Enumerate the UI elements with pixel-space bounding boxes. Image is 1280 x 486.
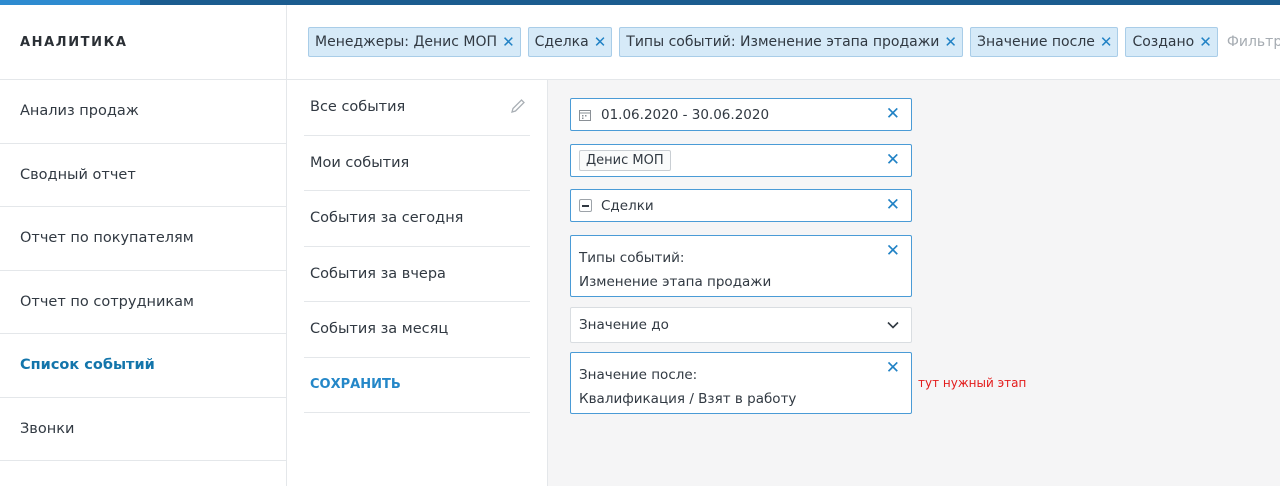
filter-chip-label: Значение после xyxy=(977,34,1095,50)
close-icon[interactable]: ✕ xyxy=(1199,34,1212,50)
preset-label: Все события xyxy=(310,99,406,116)
value-before-placeholder: Значение до xyxy=(579,317,669,333)
close-icon[interactable]: ✕ xyxy=(1100,34,1113,50)
filter-chip-deal[interactable]: Сделка ✕ xyxy=(527,27,613,57)
preset-today-events[interactable]: События за сегодня xyxy=(304,191,530,247)
close-icon[interactable]: ✕ xyxy=(944,34,957,50)
preset-my-events[interactable]: Мои события xyxy=(304,136,530,191)
filter-chip-value-after[interactable]: Значение после ✕ xyxy=(970,27,1119,57)
filter-chip-event-types[interactable]: Типы событий: Изменение этапа продажи ✕ xyxy=(619,27,963,57)
filter-bar: Менеджеры: Денис МОП ✕ Сделка ✕ Типы соб… xyxy=(287,5,1280,80)
close-icon[interactable]: ✕ xyxy=(502,34,515,50)
event-types-label: Типы событий: xyxy=(579,250,685,266)
sidebar-item-sales-analysis[interactable]: Анализ продаж xyxy=(0,80,286,144)
filter-chip-label: Сделка xyxy=(534,34,589,50)
preset-label: Мои события xyxy=(310,154,410,171)
sidebar-item-employees-report[interactable]: Отчет по сотрудникам xyxy=(0,271,286,334)
filter-chip-label: Создано xyxy=(1132,34,1195,50)
entity-value: Сделки xyxy=(601,197,654,214)
pencil-icon[interactable] xyxy=(510,98,526,114)
minus-checkbox-icon[interactable] xyxy=(579,199,592,212)
close-icon[interactable]: ✕ xyxy=(886,360,900,377)
preset-yesterday-events[interactable]: События за вчера xyxy=(304,247,530,302)
preset-label: События за месяц xyxy=(310,321,449,338)
value-after-value: Квалификация / Взят в работу xyxy=(579,391,797,407)
sidebar-item-calls[interactable]: Звонки xyxy=(0,398,286,461)
sidebar-item-customers-report[interactable]: Отчет по покупателям xyxy=(0,207,286,271)
date-range-value: 01.06.2020 - 30.06.2020 xyxy=(601,106,770,123)
save-preset-button[interactable]: СОХРАНИТЬ xyxy=(304,358,530,413)
close-icon[interactable]: ✕ xyxy=(594,34,607,50)
entity-field[interactable]: Сделки ✕ xyxy=(570,189,912,222)
filter-chip-managers[interactable]: Менеджеры: Денис МОП ✕ xyxy=(308,27,521,57)
close-icon[interactable]: ✕ xyxy=(886,243,900,260)
chevron-down-icon xyxy=(887,321,899,329)
close-icon[interactable]: ✕ xyxy=(886,197,900,214)
filter-search-input[interactable]: Фильтр xyxy=(1227,34,1280,50)
sidebar-item-events-list[interactable]: Список событий xyxy=(0,334,286,398)
filter-chip-created[interactable]: Создано ✕ xyxy=(1125,27,1218,57)
analytics-sidebar: АНАЛИТИКА Анализ продаж Сводный отчет От… xyxy=(0,5,287,486)
value-after-label: Значение после: xyxy=(579,367,698,383)
sidebar-title: АНАЛИТИКА xyxy=(0,5,286,80)
preset-all-events[interactable]: Все события xyxy=(304,80,530,136)
close-icon[interactable]: ✕ xyxy=(886,106,900,123)
preset-month-events[interactable]: События за месяц xyxy=(304,302,530,358)
preset-label: События за вчера xyxy=(310,265,446,282)
value-after-field[interactable]: Значение после: Квалификация / Взят в ра… xyxy=(570,352,912,414)
filter-form-area: 01.06.2020 - 30.06.2020 ✕ Денис МОП ✕ Сд… xyxy=(548,80,1280,486)
event-types-value: Изменение этапа продажи xyxy=(579,274,772,290)
filter-chip-label: Типы событий: Изменение этапа продажи xyxy=(626,34,940,50)
managers-field[interactable]: Денис МОП ✕ xyxy=(570,144,912,177)
filter-chip-label: Менеджеры: Денис МОП xyxy=(315,34,498,50)
filter-presets-panel: Все события Мои события События за сегод… xyxy=(287,80,548,486)
manager-tag[interactable]: Денис МОП xyxy=(579,150,671,171)
calendar-icon xyxy=(579,109,591,121)
sidebar-item-summary-report[interactable]: Сводный отчет xyxy=(0,144,286,207)
close-icon[interactable]: ✕ xyxy=(886,152,900,169)
event-types-field[interactable]: Типы событий: Изменение этапа продажи ✕ xyxy=(570,235,912,297)
date-range-field[interactable]: 01.06.2020 - 30.06.2020 ✕ xyxy=(570,98,912,131)
preset-label: События за сегодня xyxy=(310,210,464,227)
value-before-select[interactable]: Значение до xyxy=(570,307,912,343)
annotation-note: тут нужный этап xyxy=(918,376,1027,390)
